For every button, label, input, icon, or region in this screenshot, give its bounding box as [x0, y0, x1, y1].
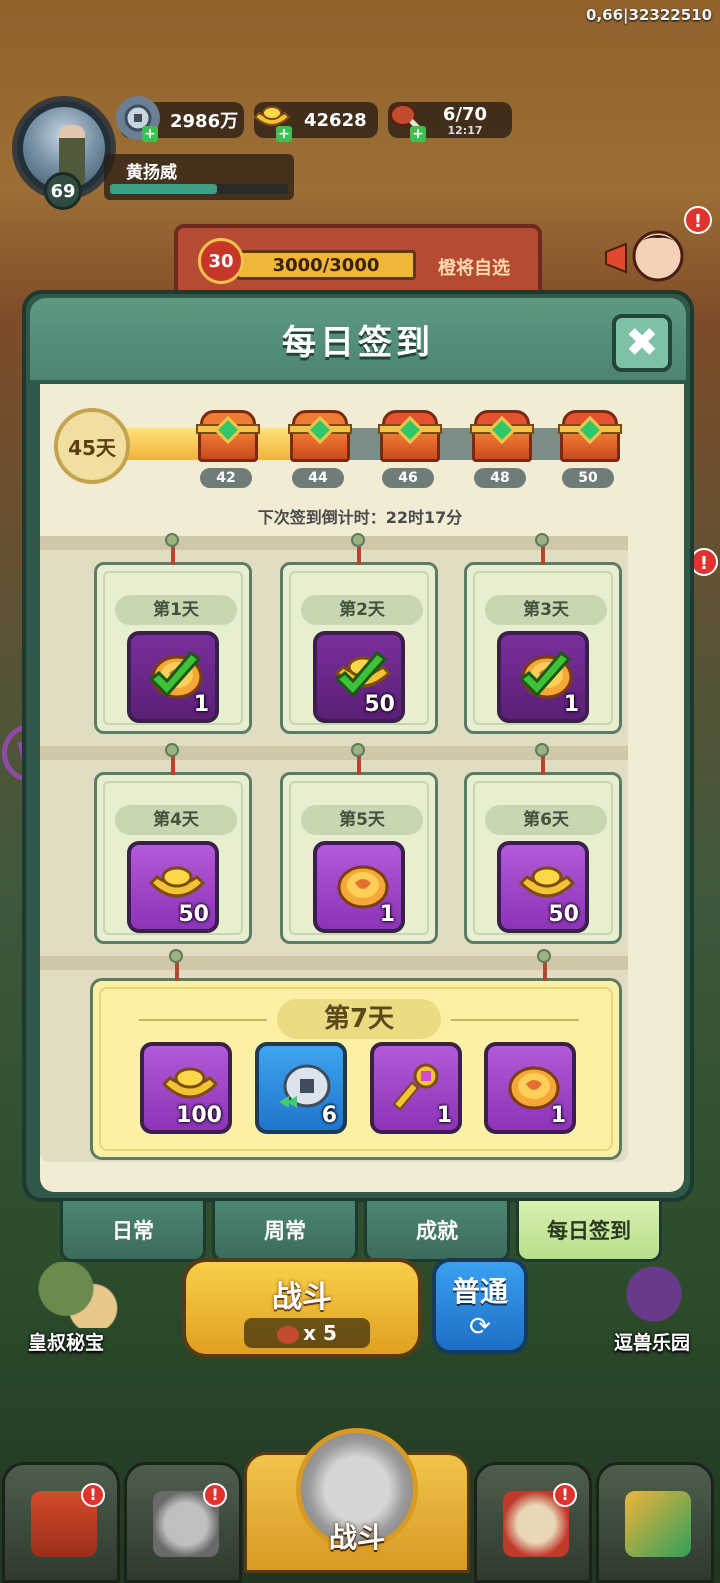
day-5-card[interactable]: 第5天 1	[280, 743, 438, 944]
nav-upgrade[interactable]	[596, 1462, 714, 1583]
announcer-girl-icon[interactable]	[604, 222, 690, 294]
nav-rooster[interactable]: !	[474, 1462, 592, 1583]
battle-button[interactable]: 战斗 x 5	[182, 1258, 422, 1358]
helmet-alert-icon: !	[203, 1483, 227, 1507]
upgrade-arrow-icon	[625, 1491, 691, 1557]
milestone-chest-42[interactable]	[196, 410, 260, 466]
reward-slot[interactable]: 50	[497, 841, 589, 933]
nav-battle-label: 战斗	[328, 1521, 385, 1554]
gold-resource[interactable]: + 42628	[253, 102, 378, 142]
day-7-reward-slot[interactable]: 1	[484, 1042, 576, 1134]
reward-slot[interactable]: 1	[497, 631, 589, 723]
day-6-card[interactable]: 第6天 50	[464, 743, 622, 944]
day-1-card[interactable]: 第1天 1	[94, 533, 252, 734]
meat-icon	[277, 1325, 300, 1344]
side-alert-icon: !	[690, 548, 718, 576]
exp-bar	[110, 184, 288, 194]
reward-quantity: 1	[563, 692, 579, 717]
mode-label: 普通	[451, 1275, 508, 1308]
silver-resource[interactable]: + 2986万	[116, 96, 244, 142]
rooster-alert-icon: !	[553, 1483, 577, 1507]
reward-quantity: 1	[193, 692, 209, 717]
announcer-alert-icon: !	[684, 206, 712, 234]
milestone-label: 42	[200, 468, 252, 488]
reward-slot[interactable]: 50	[127, 841, 219, 933]
day-7-reward-slot[interactable]: 100	[140, 1042, 232, 1134]
streak-days-badge: 45天	[54, 408, 130, 484]
reward-quantity: 1	[550, 1103, 566, 1128]
add-silver-icon[interactable]: +	[142, 126, 158, 142]
player-name-bar: 黄扬威	[104, 154, 294, 200]
streak-progress-bar	[120, 428, 610, 460]
dialog-title: 每日签到	[282, 322, 434, 363]
dialog-header: 每日签到 ✖	[30, 298, 686, 380]
reward-slot[interactable]: 50	[313, 631, 405, 723]
gold-value: 42628	[304, 109, 367, 131]
milestone-label: 44	[292, 468, 344, 488]
day-4-card[interactable]: 第4天 50	[94, 743, 252, 944]
uncle-treasure-icon[interactable]	[30, 1262, 120, 1328]
close-icon: ✖	[625, 320, 659, 366]
add-gold-icon[interactable]: +	[276, 126, 292, 142]
mode-button[interactable]: 普通 ⟳	[432, 1258, 528, 1354]
stamina-resource[interactable]: + 6/70 12:17	[388, 102, 512, 142]
reward-quantity: 50	[364, 692, 395, 717]
silver-value: 2986万	[170, 111, 239, 132]
day-7-reward-slot[interactable]: 6	[255, 1042, 347, 1134]
battle-label: 战斗	[272, 1280, 332, 1315]
reward-quantity: 1	[379, 902, 395, 927]
milestone-chest-46[interactable]	[378, 410, 442, 466]
reward-slot[interactable]: 1	[313, 841, 405, 933]
player-name: 黄扬威	[126, 163, 177, 183]
tab-daily[interactable]: 日常	[60, 1198, 206, 1262]
day-3-card[interactable]: 第3天 1	[464, 533, 622, 734]
refresh-icon: ⟳	[469, 1312, 491, 1342]
day-label: 第1天	[115, 595, 237, 625]
milestone-chest-44[interactable]	[288, 410, 352, 466]
reward-quantity: 100	[176, 1103, 222, 1128]
nav-gate[interactable]: !	[2, 1462, 120, 1583]
reward-quantity: 1	[436, 1103, 452, 1128]
stamina-value: 6/70	[442, 103, 488, 125]
checkin-countdown: 下次签到倒计时：22时17分	[257, 508, 463, 527]
close-button[interactable]: ✖	[612, 314, 672, 372]
add-stamina-icon[interactable]: +	[410, 126, 426, 142]
day-7-label: 第7天	[277, 999, 441, 1039]
player-level-badge: 69	[44, 172, 82, 210]
reward-quantity: 6	[321, 1103, 337, 1128]
milestone-label: 48	[474, 468, 526, 488]
tab-achievement[interactable]: 成就	[364, 1198, 510, 1262]
reward-slot[interactable]: 1	[127, 631, 219, 723]
day-label: 第5天	[301, 805, 423, 835]
day-label: 第3天	[485, 595, 607, 625]
battle-cost: x 5	[244, 1318, 370, 1348]
reward-quantity: 50	[548, 902, 579, 927]
day-7-reward-slot[interactable]: 1	[370, 1042, 462, 1134]
beast-park-icon[interactable]	[606, 1258, 702, 1330]
gate-alert-icon: !	[81, 1483, 105, 1507]
milestone-chest-48[interactable]	[470, 410, 534, 466]
uncle-treasure-label[interactable]: 皇叔秘宝	[28, 1328, 104, 1355]
event-label[interactable]: 橙将自选	[438, 254, 510, 280]
day-label: 第2天	[301, 595, 423, 625]
reward-quantity: 50	[178, 902, 209, 927]
milestone-label: 50	[562, 468, 614, 488]
day-2-card[interactable]: 第2天 50	[280, 533, 438, 734]
nav-helmet[interactable]: !	[124, 1462, 242, 1583]
day-label: 第6天	[485, 805, 607, 835]
event-progress: 3000/3000	[236, 250, 416, 280]
beast-park-label[interactable]: 逗兽乐园	[614, 1328, 690, 1355]
stamina-timer: 12:17	[447, 123, 483, 137]
milestone-chest-50[interactable]	[558, 410, 622, 466]
event-level-badge: 30	[198, 238, 244, 284]
tab-weekly[interactable]: 周常	[212, 1198, 358, 1262]
day-label: 第4天	[115, 805, 237, 835]
debug-text: 0,66|32322510	[586, 6, 712, 24]
milestone-label: 46	[382, 468, 434, 488]
tab-daily-checkin[interactable]: 每日签到	[516, 1198, 662, 1262]
